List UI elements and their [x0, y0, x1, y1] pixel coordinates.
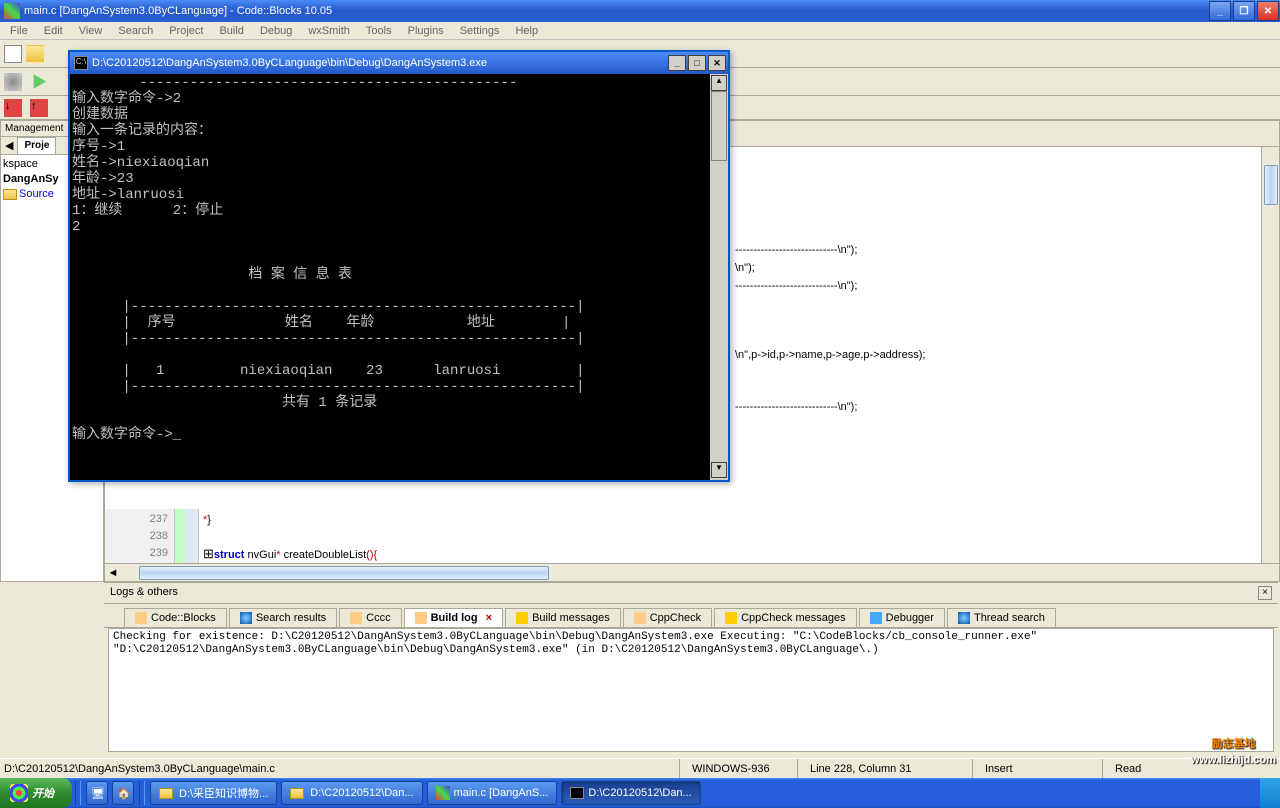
system-tray[interactable]: [1260, 778, 1280, 808]
console-output[interactable]: ----------------------------------------…: [70, 74, 710, 480]
folder-icon: [159, 788, 173, 799]
console-icon: C:\: [74, 56, 88, 70]
warning-icon: [725, 612, 737, 624]
tab-threadsearch[interactable]: Thread search: [947, 608, 1056, 627]
log-icon: [350, 612, 362, 624]
build-log-content[interactable]: Checking for existence: D:\C20120512\Dan…: [108, 628, 1274, 752]
menu-file[interactable]: File: [4, 25, 34, 37]
log-icon: [634, 612, 646, 624]
menubar: File Edit View Search Project Build Debu…: [0, 22, 1280, 40]
menu-search[interactable]: Search: [112, 25, 159, 37]
window-buttons: _ ❐ ✕: [1208, 0, 1280, 22]
menu-edit[interactable]: Edit: [38, 25, 69, 37]
tab-cccc[interactable]: Cccc: [339, 608, 401, 627]
menu-help[interactable]: Help: [509, 25, 544, 37]
gear-icon[interactable]: [4, 73, 22, 91]
menu-view[interactable]: View: [73, 25, 109, 37]
warning-icon: [516, 612, 528, 624]
menu-tools[interactable]: Tools: [360, 25, 398, 37]
console-titlebar[interactable]: C:\ D:\C20120512\DangAnSystem3.0ByCLangu…: [70, 52, 728, 74]
quicklaunch-1[interactable]: 🖥: [86, 781, 108, 805]
task-1[interactable]: D:\采臣知识博物...: [150, 781, 277, 805]
bug-icon: [870, 612, 882, 624]
window-title: main.c [DangAnSystem3.0ByCLanguage] - Co…: [24, 5, 332, 17]
task-2[interactable]: D:\C20120512\Dan...: [281, 781, 422, 805]
status-encoding: WINDOWS-936: [679, 759, 797, 778]
tab-buildlog[interactable]: Build log: [404, 608, 503, 627]
console-icon: [570, 787, 584, 799]
log-icon: [415, 612, 427, 624]
log-icon: [135, 612, 147, 624]
code-content[interactable]: *} ⊞struct nvGui* createDoubleList(){: [199, 509, 1279, 563]
menu-settings[interactable]: Settings: [454, 25, 506, 37]
quicklaunch-2[interactable]: 🏠: [112, 781, 134, 805]
close-button[interactable]: ✕: [1257, 1, 1279, 21]
horizontal-scrollbar[interactable]: ◄: [105, 563, 1279, 581]
console-maximize[interactable]: □: [688, 55, 706, 71]
run-icon[interactable]: [30, 73, 48, 91]
taskbar: 开始 🖥 🏠 D:\采臣知识博物... D:\C20120512\Dan... …: [0, 778, 1280, 808]
line-gutter: 237238239: [105, 509, 175, 563]
folder-icon: [3, 189, 17, 200]
tab-search[interactable]: Search results: [229, 608, 337, 627]
menu-wxsmith[interactable]: wxSmith: [302, 25, 356, 37]
console-minimize[interactable]: _: [668, 55, 686, 71]
console-scrollbar[interactable]: ▲ ▼: [710, 74, 728, 480]
console-close[interactable]: ✕: [708, 55, 726, 71]
app-icon: [4, 3, 20, 19]
new-file-icon[interactable]: [4, 45, 22, 63]
logs-header: Logs & others ×: [104, 583, 1278, 604]
task-3[interactable]: main.c [DangAnS...: [427, 781, 558, 805]
windows-icon: [10, 784, 28, 802]
fold-margin[interactable]: [185, 509, 199, 563]
task-4[interactable]: D:\C20120512\Dan...: [561, 781, 700, 805]
start-button[interactable]: 开始: [0, 778, 72, 808]
codeblocks-icon: [436, 786, 450, 800]
logs-close-button[interactable]: ×: [1258, 586, 1272, 600]
logs-tabs: Code::Blocks Search results Cccc Build l…: [104, 604, 1278, 628]
minimize-button[interactable]: _: [1209, 1, 1231, 21]
tab-debugger[interactable]: Debugger: [859, 608, 945, 627]
tab-cppcheckmsg[interactable]: CppCheck messages: [714, 608, 857, 627]
status-path: D:\C20120512\DangAnSystem3.0ByCLanguage\…: [4, 763, 679, 775]
main-titlebar: main.c [DangAnSystem3.0ByCLanguage] - Co…: [0, 0, 1280, 22]
menu-plugins[interactable]: Plugins: [402, 25, 450, 37]
folder-icon: [290, 788, 304, 799]
search-icon: [240, 612, 252, 624]
console-window: C:\ D:\C20120512\DangAnSystem3.0ByCLangu…: [68, 50, 730, 482]
status-mode: Insert: [972, 759, 1102, 778]
watermark: 励志基地 www.lizhijd.com: [1191, 736, 1276, 768]
status-position: Line 228, Column 31: [797, 759, 972, 778]
menu-project[interactable]: Project: [163, 25, 209, 37]
toggle-2-icon[interactable]: ↑: [30, 99, 48, 117]
statusbar: D:\C20120512\DangAnSystem3.0ByCLanguage\…: [0, 758, 1280, 778]
tab-cppcheck[interactable]: CppCheck: [623, 608, 712, 627]
maximize-button[interactable]: ❐: [1233, 1, 1255, 21]
toggle-1-icon[interactable]: ↓: [4, 99, 22, 117]
search-icon: [958, 612, 970, 624]
vertical-scrollbar[interactable]: [1261, 147, 1279, 563]
marker-margin: [175, 509, 185, 563]
tab-codeblocks[interactable]: Code::Blocks: [124, 608, 227, 627]
menu-debug[interactable]: Debug: [254, 25, 298, 37]
tab-projects[interactable]: Proje: [17, 137, 56, 154]
menu-build[interactable]: Build: [213, 25, 249, 37]
tab-buildmsg[interactable]: Build messages: [505, 608, 621, 627]
logs-panel: Logs & others × Code::Blocks Search resu…: [104, 582, 1278, 756]
console-title: D:\C20120512\DangAnSystem3.0ByCLanguage\…: [92, 57, 487, 69]
open-file-icon[interactable]: [26, 45, 44, 63]
